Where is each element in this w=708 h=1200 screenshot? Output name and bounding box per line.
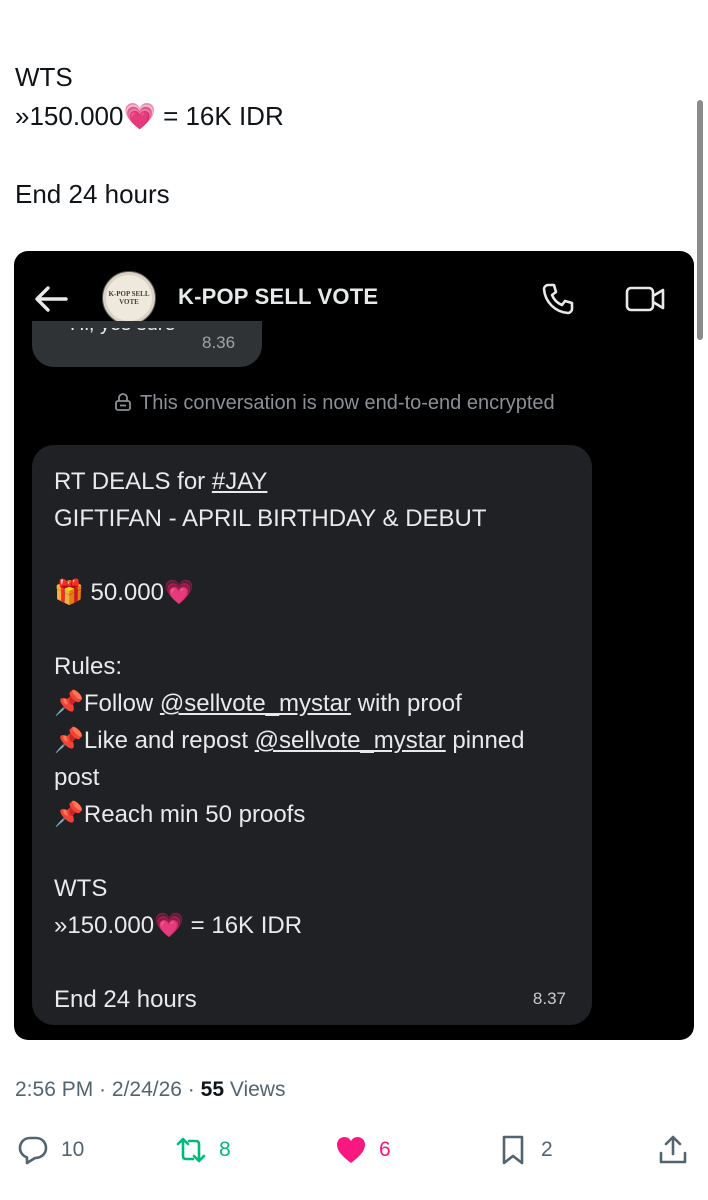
pin-emoji-icon: 📌 — [54, 727, 84, 754]
previous-message-text: Hi, yes sure — [70, 321, 176, 335]
tweet-date[interactable]: 2/24/26 — [112, 1078, 182, 1101]
message-line-giftifan: GIFTIFAN - APRIL BIRTHDAY & DEBUT — [54, 505, 487, 532]
tweet-line-price: »150.000💗 = 16K IDR — [15, 97, 615, 136]
message-line-wts: WTS — [54, 875, 108, 902]
message-price-idr: = 16K IDR — [184, 912, 303, 939]
rule-reach: 📌Reach min 50 proofs — [54, 796, 574, 833]
message-line-deals: RT DEALS for #JAY — [54, 463, 574, 500]
rules-label: Rules: — [54, 653, 123, 680]
gift-amount: 50.000 — [83, 579, 164, 606]
views-count: 55 — [200, 1078, 224, 1101]
tweet-price-amount: »150.000 — [15, 101, 124, 131]
attached-screenshot[interactable]: K-POP SELL VOTE K-POP SELL VOTE Hi, yes … — [14, 251, 694, 1040]
heart-icon — [337, 1137, 365, 1163]
avatar: K-POP SELL VOTE — [102, 271, 156, 325]
message-time: 8.37 — [532, 989, 566, 1008]
share-icon — [659, 1135, 687, 1164]
tweet-time[interactable]: 2:56 PM — [15, 1078, 93, 1101]
message-line-end: End 24 hours — [54, 986, 197, 1013]
repost-button[interactable]: 8 — [175, 1130, 231, 1170]
tweet-price-idr: = 16K IDR — [163, 101, 284, 131]
reply-icon — [18, 1136, 48, 1165]
avatar-logo-text: K-POP SELL VOTE — [106, 275, 152, 321]
previous-message-time: 8.36 — [202, 333, 236, 352]
rule-follow-suffix: with proof — [351, 690, 462, 717]
rule-like-prefix: Like and repost — [83, 727, 255, 754]
action-bar: 10 8 6 2 — [0, 1130, 708, 1170]
share-button[interactable] — [657, 1130, 689, 1170]
repost-count: 8 — [219, 1138, 231, 1161]
tweet-meta: 2:56 PM · 2/24/26 · 55 Views — [15, 1078, 285, 1102]
scrollbar[interactable] — [697, 100, 703, 340]
meta-separator: · — [181, 1078, 201, 1101]
phone-icon — [542, 283, 574, 315]
heart-emoji-icon: 💗 — [154, 912, 184, 939]
tweet-text: WTS »150.000💗 = 16K IDR End 24 hours — [15, 58, 615, 214]
back-arrow-icon — [35, 286, 68, 312]
video-call-icon — [625, 286, 665, 312]
pin-emoji-icon: 📌 — [54, 690, 84, 717]
rule-like-repost-cont: post — [54, 764, 100, 791]
mention-link[interactable]: @sellvote_mystar — [255, 727, 446, 754]
repost-icon — [176, 1137, 206, 1163]
rule-reach-text: Reach min 50 proofs — [83, 801, 306, 828]
pin-emoji-icon: 📌 — [54, 801, 84, 828]
tweet-line-end: End 24 hours — [15, 179, 170, 209]
rule-like-repost: 📌Like and repost @sellvote_mystar pinned — [54, 722, 574, 759]
like-count: 6 — [379, 1138, 391, 1161]
heart-emoji-icon: 💗 — [123, 101, 156, 131]
tweet-line-wts: WTS — [15, 62, 73, 92]
message-bubble: RT DEALS for #JAY GIFTIFAN - APRIL BIRTH… — [32, 445, 592, 1025]
rule-follow: 📌Follow @sellvote_mystar with proof — [54, 685, 574, 722]
rule-like-suffix: pinned — [445, 727, 525, 754]
reply-count: 10 — [61, 1138, 85, 1161]
mention-link[interactable]: @sellvote_mystar — [160, 690, 351, 717]
bookmark-icon — [502, 1135, 524, 1165]
message-text: RT DEALS for #JAY GIFTIFAN - APRIL BIRTH… — [54, 463, 574, 1018]
message-deals-prefix: RT DEALS for — [54, 468, 212, 495]
meta-separator: · — [93, 1078, 112, 1101]
rule-follow-prefix: Follow — [83, 690, 160, 717]
message-line-gift: 🎁 50.000💗 — [54, 574, 574, 611]
encryption-notice-text: This conversation is now end-to-end encr… — [140, 392, 555, 414]
chat-name: K-POP SELL VOTE — [178, 284, 379, 309]
message-line-price: »150.000💗 = 16K IDR — [54, 907, 574, 944]
encryption-notice: This conversation is now end-to-end encr… — [114, 392, 555, 415]
bookmark-button[interactable]: 2 — [497, 1130, 553, 1170]
heart-emoji-icon: 💗 — [163, 579, 194, 606]
gift-emoji-icon: 🎁 — [54, 579, 84, 606]
hashtag-link[interactable]: #JAY — [212, 468, 268, 495]
bookmark-count: 2 — [541, 1138, 553, 1161]
reply-button[interactable]: 10 — [17, 1130, 84, 1170]
message-price-amount: »150.000 — [54, 912, 155, 939]
previous-message-bubble: Hi, yes sure 8.36 — [32, 321, 262, 367]
like-button[interactable]: 6 — [335, 1130, 391, 1170]
lock-icon — [115, 393, 131, 411]
views-label: Views — [224, 1078, 286, 1101]
